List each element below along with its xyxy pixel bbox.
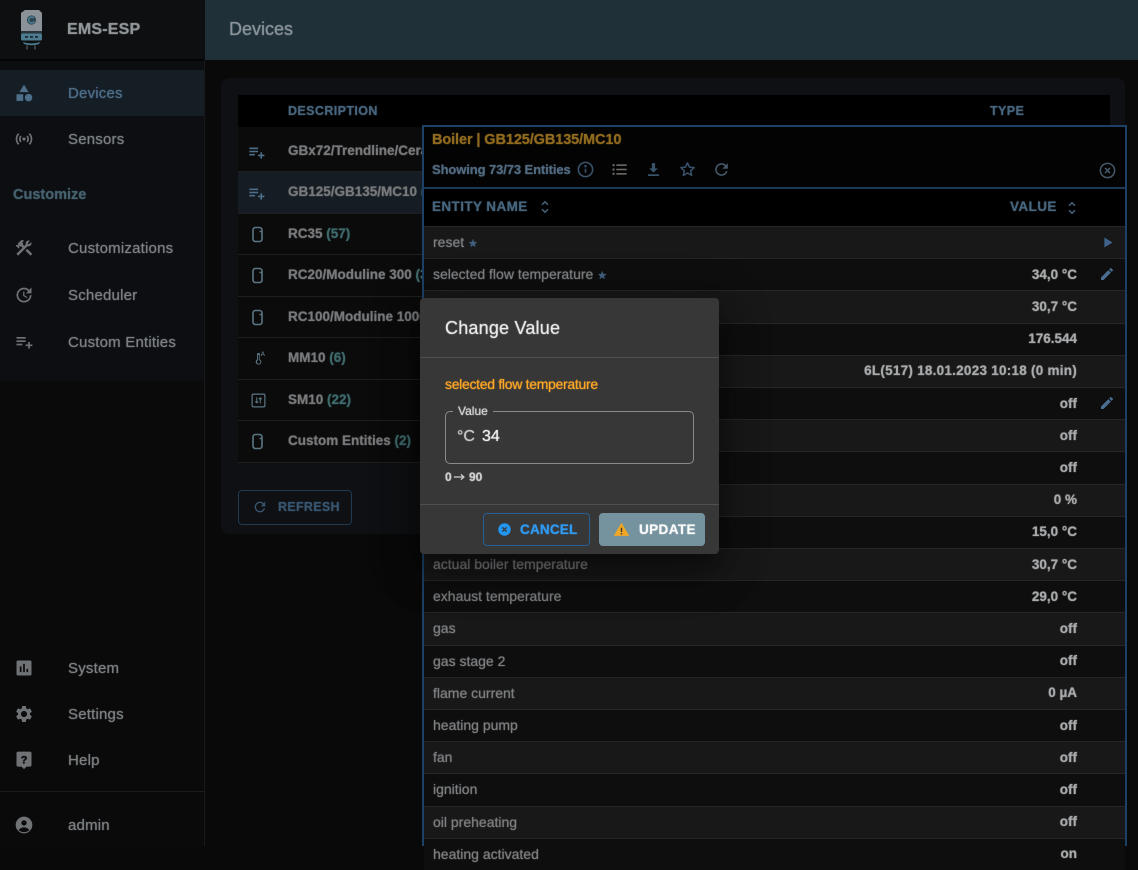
svg-text:A: A xyxy=(260,351,265,358)
svg-text:?: ? xyxy=(21,754,28,766)
